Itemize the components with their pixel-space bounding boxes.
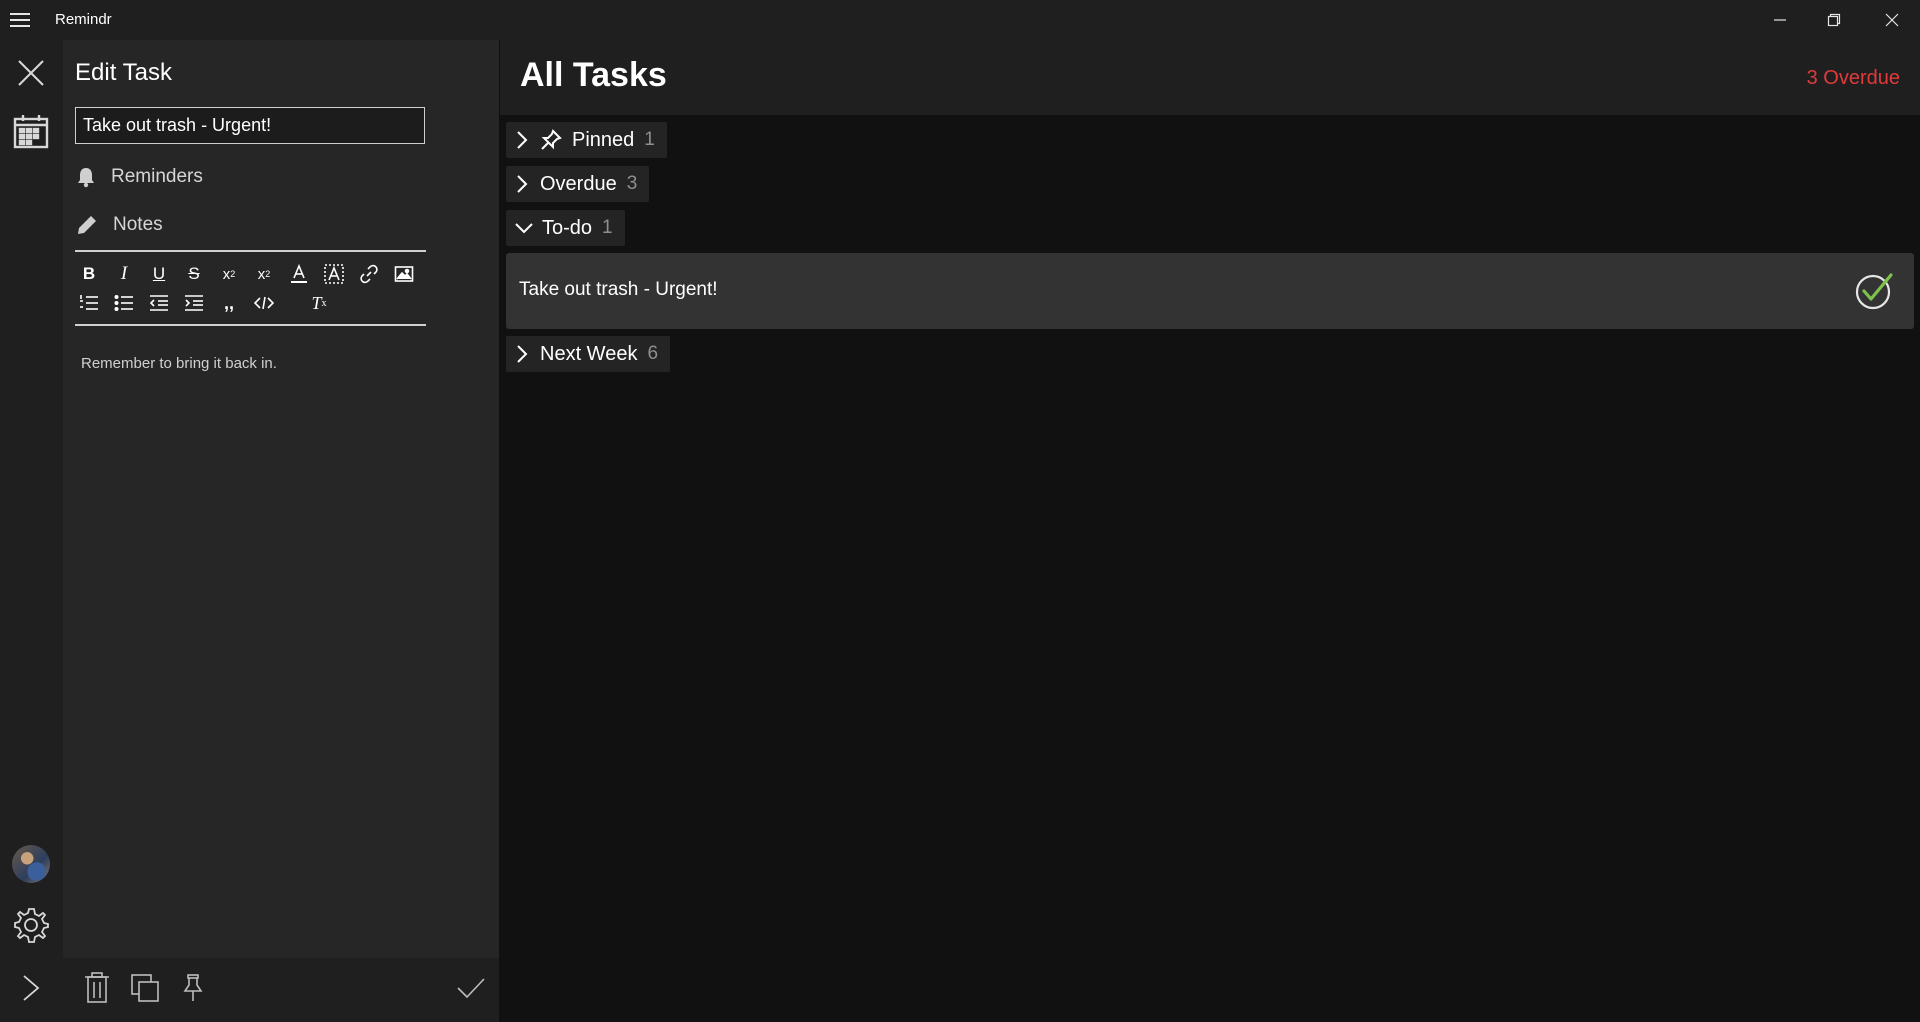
pin-button[interactable] [173,968,213,1008]
minimize-button[interactable] [1752,0,1808,40]
reminders-row[interactable]: Reminders [75,161,203,193]
italic-button[interactable]: I [109,260,139,288]
close-icon [18,60,44,86]
collapse-pane-button[interactable] [8,965,54,1011]
numbered-list-icon [80,295,98,310]
toolbar-bottom-divider [75,324,426,326]
group-name: Next Week [540,342,638,365]
save-button[interactable] [451,968,491,1008]
chevron-right-icon [517,131,528,149]
close-icon [1885,13,1899,27]
minimize-icon [1774,19,1786,21]
highlight-icon [324,264,344,284]
chevron-right-icon [23,975,40,1001]
image-icon [394,266,414,282]
group-count: 3 [626,173,638,194]
group-name: Pinned [572,128,635,151]
close-window-button[interactable] [1864,0,1920,40]
restore-button[interactable] [1806,0,1862,40]
group-name: Overdue [540,172,617,195]
task-title: Take out trash - Urgent! [519,279,718,300]
calendar-button[interactable] [8,108,54,154]
user-avatar[interactable] [12,845,50,883]
group-pinned[interactable]: Pinned 1 [506,122,667,158]
task-item[interactable]: Take out trash - Urgent! [506,253,1914,329]
duplicate-button[interactable] [125,968,165,1008]
main-panel: All Tasks 3 Overdue Pinned 1 Overdue 3 T… [500,40,1920,1022]
copy-icon [131,974,159,1002]
chevron-down-icon [515,223,533,234]
left-rail [0,40,63,1022]
task-name-input[interactable] [75,107,425,144]
overdue-badge[interactable]: 3 Overdue [1807,67,1900,90]
quote-button[interactable]: ,, [214,289,244,317]
outdent-icon [149,295,168,311]
code-icon [254,296,274,310]
restore-icon [1827,13,1841,27]
edit-pane-title: Edit Task [75,59,172,86]
app-title: Remindr [55,11,112,28]
outdent-button[interactable] [144,289,174,317]
group-overdue[interactable]: Overdue 3 [506,166,650,202]
indent-icon [185,295,203,311]
highlight-button[interactable] [319,260,349,288]
page-title: All Tasks [520,56,667,94]
group-count: 6 [647,343,659,364]
bell-icon [78,168,94,188]
toolbar-top-divider [75,250,426,252]
underline-button[interactable]: U [144,260,174,288]
calendar-icon [13,115,49,149]
indent-button[interactable] [179,289,209,317]
pin-icon [183,974,203,1001]
group-next-week[interactable]: Next Week 6 [506,336,671,372]
notes-label: Notes [113,214,163,235]
notes-content[interactable]: Remember to bring it back in. [81,355,277,372]
checkmark-icon [457,978,485,999]
numbered-list-button[interactable] [74,289,104,317]
strikethrough-button[interactable]: S [179,260,209,288]
group-name: To-do [542,216,593,239]
font-color-icon [291,264,307,283]
title-bar: Remindr [0,0,1920,40]
edit-task-pane: Edit Task Reminders Notes B I U S x2 x2 [63,40,499,1022]
main-header: All Tasks 3 Overdue [500,40,1920,115]
bulleted-list-button[interactable] [109,289,139,317]
bold-button[interactable]: B [74,260,104,288]
edit-footer [63,958,499,1022]
settings-button[interactable] [8,902,54,948]
chevron-right-icon [517,175,528,193]
notes-row[interactable]: Notes [75,209,163,241]
image-button[interactable] [389,260,419,288]
trash-icon [85,972,109,1003]
close-edit-button[interactable] [8,50,54,96]
delete-button[interactable] [77,968,117,1008]
clear-formatting-button[interactable]: Tx [304,289,334,317]
link-button[interactable] [354,260,384,288]
subscript-button[interactable]: x2 [214,260,244,288]
complete-check-icon[interactable] [1854,271,1894,311]
code-button[interactable] [249,289,279,317]
gear-icon [14,908,49,943]
pencil-icon [78,216,96,234]
bulleted-list-icon [114,294,133,312]
group-count: 1 [602,217,613,238]
group-count: 1 [644,129,655,150]
reminders-label: Reminders [111,166,203,187]
hamburger-menu-icon[interactable] [8,9,32,31]
font-color-button[interactable] [284,260,314,288]
link-icon [360,264,378,284]
chevron-right-icon [517,345,528,363]
pin-icon [541,129,562,150]
group-todo[interactable]: To-do 1 [506,210,625,246]
superscript-button[interactable]: x2 [249,260,279,288]
